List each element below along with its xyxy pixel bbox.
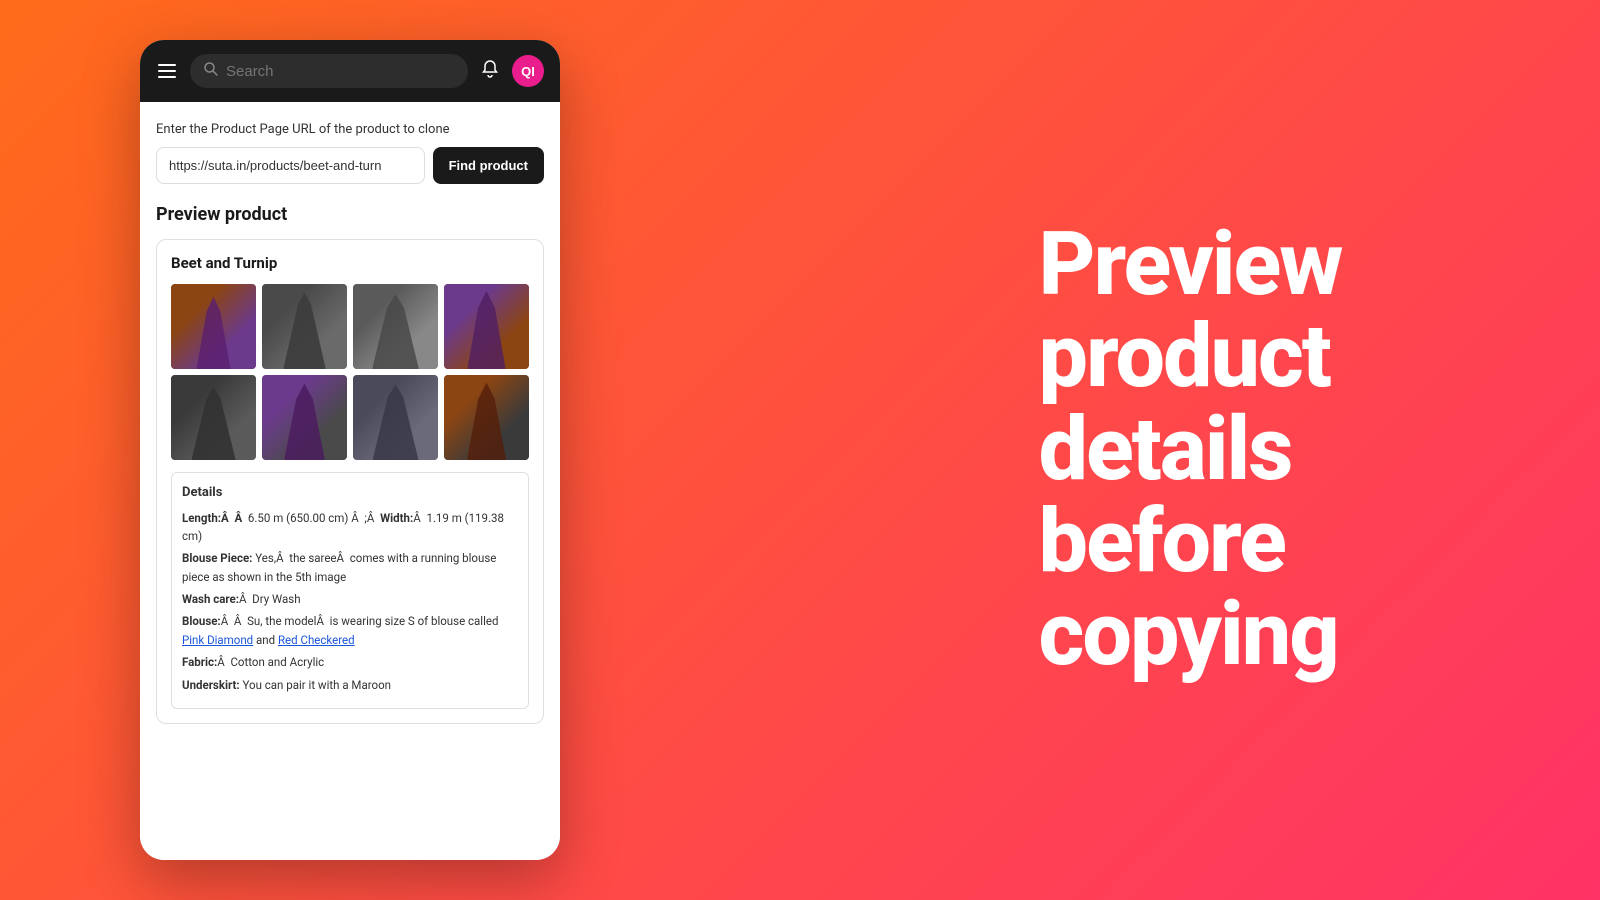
phone-mockup: QI Enter the Product Page URL of the pro… (140, 40, 560, 860)
url-section: Enter the Product Page URL of the produc… (156, 122, 544, 184)
detail-underskirt: Underskirt: You can pair it with a Maroo… (182, 676, 518, 694)
detail-blouse: Blouse:Â Â Su, the modelÂ is wearing siz… (182, 612, 518, 649)
product-image-5 (171, 375, 256, 460)
notification-button[interactable] (480, 59, 500, 84)
hero-line-2: product (1039, 311, 1342, 403)
detail-wash-care: Wash care:Â Dry Wash (182, 590, 518, 608)
product-image-3 (353, 284, 438, 369)
hero-line-5: copying (1039, 589, 1342, 681)
left-panel: QI Enter the Product Page URL of the pro… (0, 0, 700, 900)
details-box: Details Length:Â Â 6.50 m (650.00 cm) Â … (171, 472, 529, 709)
detail-length: Length:Â Â 6.50 m (650.00 cm) Â ;Â Width… (182, 509, 518, 546)
detail-fabric: Fabric:Â Cotton and Acrylic (182, 653, 518, 671)
hero-line-4: before (1039, 496, 1342, 588)
product-card: Beet and Turnip (156, 239, 544, 724)
product-name: Beet and Turnip (171, 254, 529, 272)
detail-blouse-piece: Blouse Piece: Yes,Â the sareeÂ comes wit… (182, 549, 518, 586)
product-image-2 (262, 284, 347, 369)
url-input[interactable] (156, 147, 425, 184)
preview-section-title: Preview product (156, 204, 544, 225)
product-image-6 (262, 375, 347, 460)
avatar-button[interactable]: QI (512, 55, 544, 87)
search-input[interactable] (226, 63, 454, 80)
images-grid (171, 284, 529, 460)
url-label: Enter the Product Page URL of the produc… (156, 122, 544, 137)
hamburger-button[interactable] (156, 62, 178, 80)
hero-line-3: details (1039, 404, 1342, 496)
product-image-7 (353, 375, 438, 460)
product-image-1 (171, 284, 256, 369)
blouse-link-pink-diamond[interactable]: Pink Diamond (182, 633, 253, 647)
details-title: Details (182, 483, 518, 503)
right-panel: Preview product details before copying (700, 0, 1600, 900)
blouse-link-red-checkered[interactable]: Red Checkered (278, 633, 355, 647)
hero-text: Preview product details before copying (1039, 219, 1342, 681)
content-area: Enter the Product Page URL of the produc… (140, 102, 560, 860)
find-product-button[interactable]: Find product (433, 147, 544, 184)
search-icon (204, 62, 218, 80)
url-input-row: Find product (156, 147, 544, 184)
product-image-4 (444, 284, 529, 369)
product-image-8 (444, 375, 529, 460)
nav-bar: QI (140, 40, 560, 102)
search-bar-container (190, 54, 468, 88)
hero-line-1: Preview (1039, 219, 1342, 311)
